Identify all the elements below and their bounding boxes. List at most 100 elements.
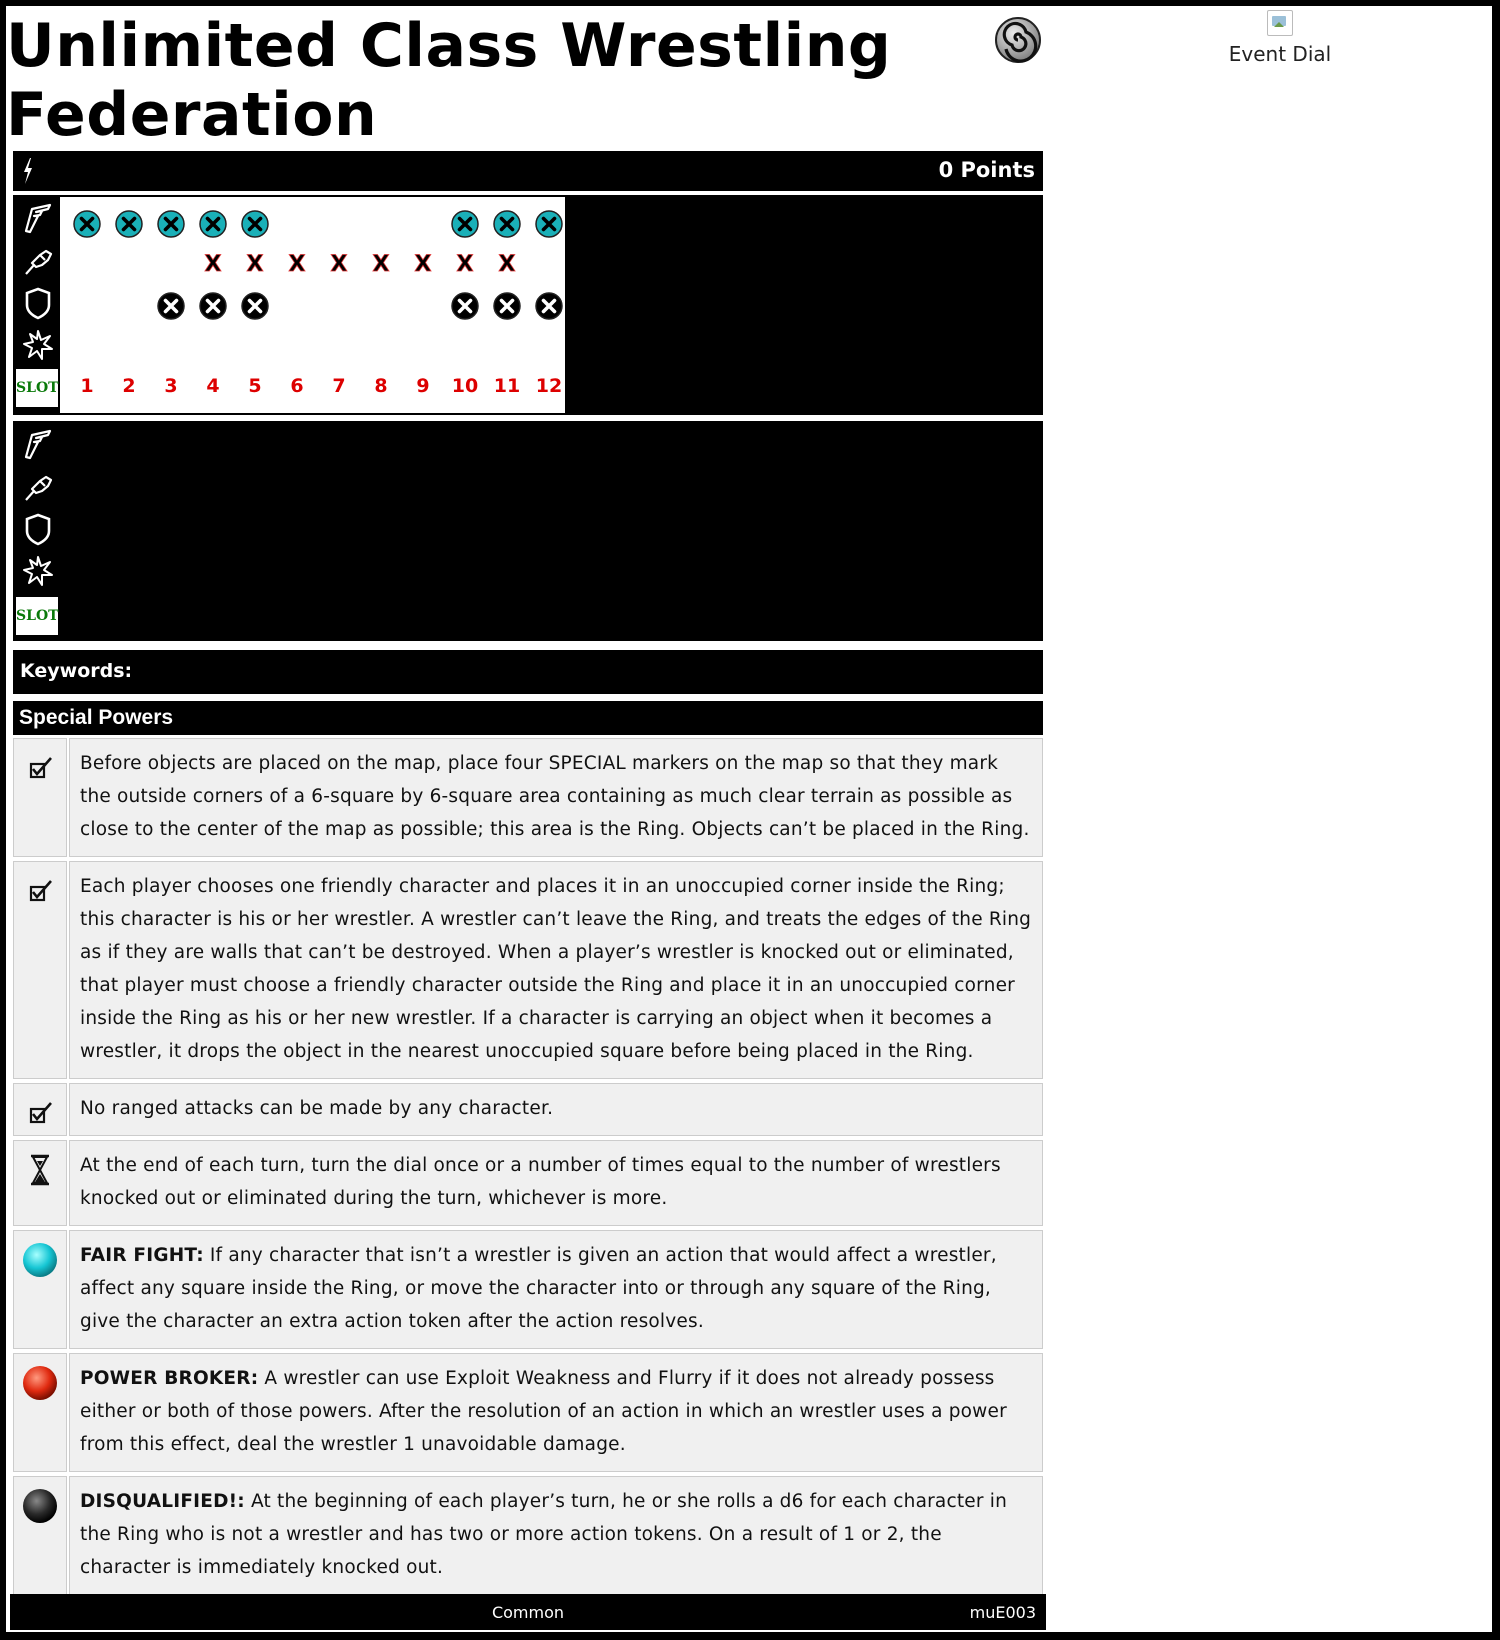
svg-text:X: X	[205, 252, 222, 277]
special-power-description: Before objects are placed on the map, pl…	[80, 753, 1030, 840]
attack-mark-8: X	[360, 243, 402, 285]
column-number: 5	[248, 375, 262, 397]
column-number: 4	[206, 375, 220, 397]
combat-dial-primary: SLOT X X X X X X X X 1 2 3 4 5 6 7 8 9 10 11 12	[13, 195, 1043, 415]
defense-mark-10	[444, 285, 486, 327]
special-power-row: At the end of each turn, turn the dial o…	[13, 1140, 1043, 1226]
special-power-text: Each player chooses one friendly charact…	[69, 861, 1043, 1079]
special-powers-header: Special Powers	[13, 701, 1043, 735]
card-footer: Common muE003	[10, 1594, 1046, 1630]
special-powers-label: Special Powers	[19, 706, 174, 729]
special-power-text: POWER BROKER: A wrestler can use Exploit…	[69, 1353, 1043, 1472]
column-number: 3	[164, 375, 178, 397]
speed-mark-1	[66, 203, 108, 245]
special-power-name: FAIR FIGHT:	[80, 1245, 204, 1266]
svg-text:X: X	[247, 252, 264, 277]
defense-mark-12	[528, 285, 570, 327]
special-power-row: POWER BROKER: A wrestler can use Exploit…	[13, 1353, 1043, 1472]
damage-burst-icon	[23, 556, 53, 586]
defense-mark-3	[150, 285, 192, 327]
cyan-orb-icon	[13, 1230, 67, 1349]
column-number: 2	[122, 375, 136, 397]
attack-mark-10: X	[444, 243, 486, 285]
special-power-description: At the end of each turn, turn the dial o…	[80, 1155, 1001, 1209]
attack-mark-11: X	[486, 243, 528, 285]
damage-burst-icon	[23, 330, 53, 360]
column-number: 8	[374, 375, 388, 397]
special-power-row: DISQUALIFIED!: At the beginning of each …	[13, 1476, 1043, 1595]
special-power-text: DISQUALIFIED!: At the beginning of each …	[69, 1476, 1043, 1595]
dial-grid: X X X X X X X X 1 2 3 4 5 6 7 8 9 10 11 12	[60, 197, 565, 413]
attack-mark-4: X	[192, 243, 234, 285]
points-value: 0 Points	[938, 158, 1035, 182]
broken-image-icon	[1267, 10, 1293, 36]
svg-text:X: X	[289, 252, 306, 277]
points-bar: 0 Points	[13, 151, 1043, 191]
speed-boot-icon	[24, 203, 52, 234]
speed-mark-5	[234, 203, 276, 245]
special-power-description: Each player chooses one friendly charact…	[80, 876, 1032, 1062]
special-power-text: No ranged attacks can be made by any cha…	[69, 1083, 1043, 1136]
special-power-row: No ranged attacks can be made by any cha…	[13, 1083, 1043, 1136]
red-orb-icon	[13, 1353, 67, 1472]
event-dial-panel: Event Dial	[1160, 4, 1400, 66]
column-number: 10	[451, 375, 479, 397]
column-number: 1	[80, 375, 94, 397]
defense-mark-4	[192, 285, 234, 327]
defense-shield-icon	[25, 287, 51, 320]
special-power-name: DISQUALIFIED!:	[80, 1491, 245, 1512]
checkbox-icon	[13, 738, 67, 857]
defense-mark-11	[486, 285, 528, 327]
speed-mark-4	[192, 203, 234, 245]
column-number: 12	[535, 375, 563, 397]
special-power-text: FAIR FIGHT: If any character that isn’t …	[69, 1230, 1043, 1349]
keywords-label: Keywords:	[20, 660, 133, 682]
speed-mark-11	[486, 203, 528, 245]
svg-text:X: X	[499, 252, 516, 277]
special-power-text: At the end of each turn, turn the dial o…	[69, 1140, 1043, 1226]
speed-mark-12	[528, 203, 570, 245]
speed-mark-2	[108, 203, 150, 245]
special-power-name: POWER BROKER:	[80, 1368, 259, 1389]
special-power-description: No ranged attacks can be made by any cha…	[80, 1098, 554, 1119]
stat-icon-column-2	[15, 425, 61, 593]
combat-dial-secondary: SLOT	[13, 421, 1043, 641]
attack-mark-9: X	[402, 243, 444, 285]
black-orb-icon	[13, 1476, 67, 1595]
checkbox-icon	[13, 861, 67, 1079]
speed-boot-icon	[24, 429, 52, 460]
hourglass-icon	[13, 1140, 67, 1226]
svg-text:X: X	[331, 252, 348, 277]
rarity-label: Common	[491, 1603, 565, 1622]
special-powers-list: Before objects are placed on the map, pl…	[13, 738, 1043, 1599]
page-title: Unlimited Class Wrestling Federation	[6, 11, 892, 150]
special-power-description: If any character that isn’t a wrestler i…	[80, 1245, 997, 1332]
attack-mark-6: X	[276, 243, 318, 285]
special-power-row: Before objects are placed on the map, pl…	[13, 738, 1043, 857]
column-number: 11	[493, 375, 521, 397]
speed-mark-10	[444, 203, 486, 245]
keywords-bar: Keywords:	[13, 650, 1043, 694]
event-dial-label: Event Dial	[1228, 42, 1332, 66]
attack-mark-7: X	[318, 243, 360, 285]
attack-fist-icon	[25, 475, 53, 501]
svg-text:X: X	[415, 252, 432, 277]
defense-mark-5	[234, 285, 276, 327]
column-number: 7	[332, 375, 346, 397]
svg-text:X: X	[457, 252, 474, 277]
checkbox-icon	[13, 1083, 67, 1136]
column-number: 9	[416, 375, 430, 397]
defense-shield-icon	[25, 513, 51, 546]
slot-label: SLOT	[15, 368, 59, 408]
attack-mark-5: X	[234, 243, 276, 285]
special-power-text: Before objects are placed on the map, pl…	[69, 738, 1043, 857]
column-number: 6	[290, 375, 304, 397]
special-power-row: FAIR FIGHT: If any character that isn’t …	[13, 1230, 1043, 1349]
speed-mark-3	[150, 203, 192, 245]
lightning-icon	[24, 158, 32, 184]
stat-icon-column	[15, 199, 61, 367]
special-power-row: Each player chooses one friendly charact…	[13, 861, 1043, 1079]
svg-text:X: X	[373, 252, 390, 277]
attack-fist-icon	[25, 249, 53, 275]
set-code: muE003	[969, 1603, 1036, 1622]
